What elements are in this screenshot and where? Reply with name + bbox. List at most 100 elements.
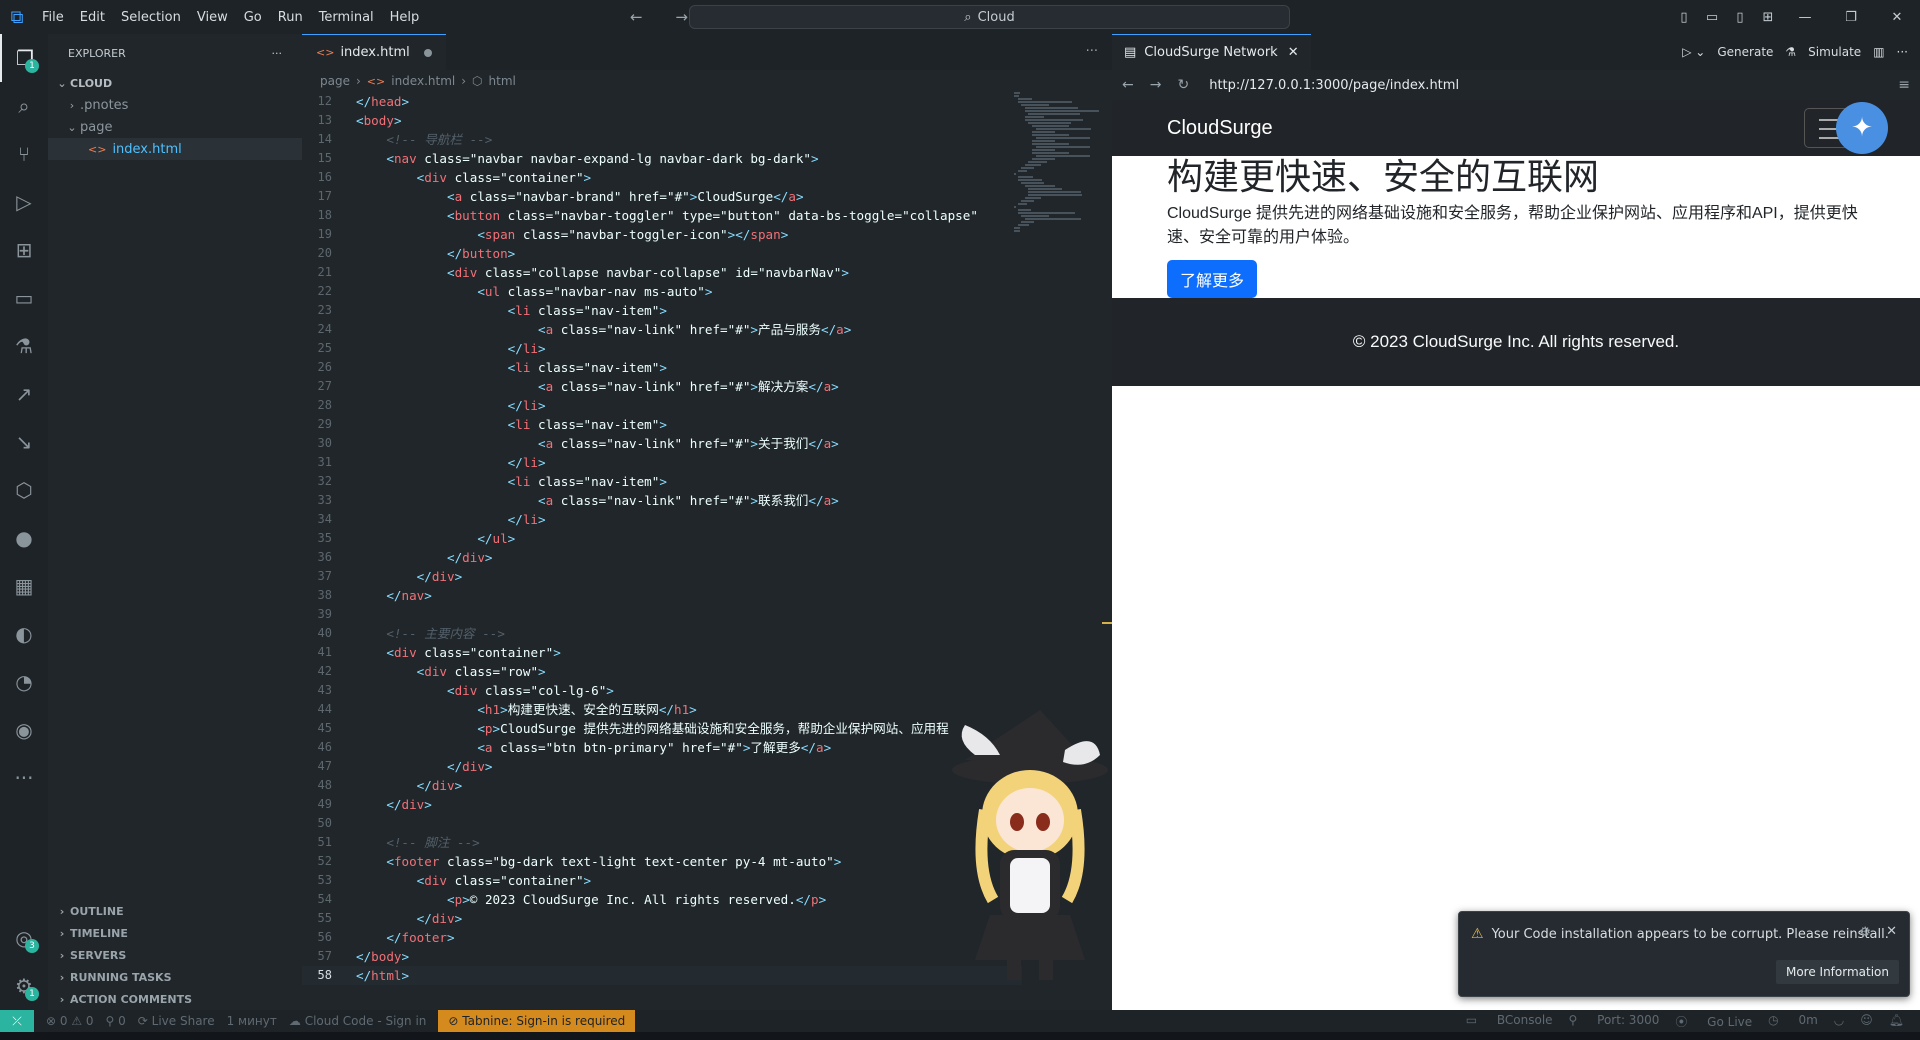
restore-button[interactable]: ❐ bbox=[1828, 10, 1874, 25]
more-information-button[interactable]: More Information bbox=[1775, 960, 1899, 984]
timer-status[interactable]: ◷ 0m bbox=[1768, 1013, 1818, 1030]
tree-item-page[interactable]: ⌄ page bbox=[48, 116, 302, 138]
tree-item-index-html[interactable]: <> index.html bbox=[48, 138, 302, 160]
manage-gear-icon[interactable]: ⚙ 1 bbox=[0, 962, 48, 1010]
notifications-bell-icon[interactable]: 🔔︎ bbox=[1889, 1013, 1904, 1030]
code-line[interactable]: 54 <p>© 2023 CloudSurge Inc. All rights … bbox=[302, 890, 1022, 909]
menu-item-edit[interactable]: Edit bbox=[72, 10, 113, 25]
problems-indicator[interactable]: ⊗ 0 ⚠ 0 bbox=[46, 1014, 94, 1028]
docker-icon[interactable]: ▦ bbox=[0, 562, 48, 610]
git-graph-icon[interactable]: ◔ bbox=[0, 658, 48, 706]
menu-item-go[interactable]: Go bbox=[236, 10, 270, 25]
toggle-panel-icon[interactable]: ▭ bbox=[1698, 10, 1726, 25]
learn-more-button[interactable]: 了解更多 bbox=[1167, 260, 1258, 298]
code-line[interactable]: 21 <div class="collapse navbar-collapse"… bbox=[302, 263, 1022, 282]
split-editor-icon[interactable]: ▥ bbox=[1873, 45, 1884, 59]
code-line[interactable]: 41 <div class="container"> bbox=[302, 643, 1022, 662]
remote-indicator-icon[interactable]: ⤫ bbox=[0, 1010, 34, 1032]
reload-icon[interactable]: ↻ bbox=[1177, 77, 1189, 93]
deploy-icon[interactable]: ↘ bbox=[0, 418, 48, 466]
breadcrumb-item[interactable]: html bbox=[489, 74, 516, 88]
code-line[interactable]: 58 </html> bbox=[302, 966, 1022, 985]
code-line[interactable]: 47 </div> bbox=[302, 757, 1022, 776]
back-icon[interactable]: ← bbox=[1122, 77, 1134, 93]
cloud-code-status[interactable]: ☁ Cloud Code - Sign in bbox=[289, 1014, 427, 1028]
menu-item-help[interactable]: Help bbox=[382, 10, 428, 25]
code-line[interactable]: 35 </ul> bbox=[302, 529, 1022, 548]
edge-icon[interactable]: ◐ bbox=[0, 610, 48, 658]
generate-button[interactable]: Generate bbox=[1717, 45, 1773, 59]
code-line[interactable]: 45 <p>CloudSurge 提供先进的网络基础设施和安全服务，帮助企业保护… bbox=[302, 719, 1022, 738]
unsaved-dot-icon[interactable] bbox=[423, 48, 432, 57]
code-line[interactable]: 28 </li> bbox=[302, 396, 1022, 415]
section-outline[interactable]: › OUTLINE bbox=[48, 900, 302, 922]
section-running-tasks[interactable]: › RUNNING TASKS bbox=[48, 966, 302, 988]
minimize-button[interactable]: — bbox=[1782, 10, 1828, 25]
run-icon[interactable]: ▷ ⌄ bbox=[1682, 45, 1705, 59]
code-line[interactable]: 57 </body> bbox=[302, 947, 1022, 966]
code-line[interactable]: 53 <div class="container"> bbox=[302, 871, 1022, 890]
section-timeline[interactable]: › TIMELINE bbox=[48, 922, 302, 944]
code-line[interactable]: 26 <li class="nav-item"> bbox=[302, 358, 1022, 377]
tabnine-status[interactable]: ⊘ Tabnine: Sign-in is required bbox=[438, 1010, 636, 1032]
testing-icon[interactable]: ⚗ bbox=[0, 322, 48, 370]
more-actions-icon[interactable]: ··· bbox=[1897, 45, 1908, 59]
feedback-icon[interactable]: ☺ bbox=[1860, 1013, 1873, 1030]
code-line[interactable]: 48 </div> bbox=[302, 776, 1022, 795]
code-line[interactable]: 44 <h1>构建更快速、安全的互联网</h1> bbox=[302, 700, 1022, 719]
code-line[interactable]: 52 <footer class="bg-dark text-light tex… bbox=[302, 852, 1022, 871]
bird-avatar-icon[interactable]: ✦ bbox=[1836, 102, 1888, 154]
code-line[interactable]: 56 </footer> bbox=[302, 928, 1022, 947]
section-servers[interactable]: › SERVERS bbox=[48, 944, 302, 966]
code-line[interactable]: 55 </div> bbox=[302, 909, 1022, 928]
tab-preview[interactable]: ▤ CloudSurge Network ✕ bbox=[1112, 34, 1311, 70]
code-line[interactable]: 46 <a class="btn btn-primary" href="#">了… bbox=[302, 738, 1022, 757]
code-line[interactable]: 24 <a class="nav-link" href="#">产品与服务</a… bbox=[302, 320, 1022, 339]
cube-icon[interactable]: ⬡ bbox=[0, 466, 48, 514]
menu-item-selection[interactable]: Selection bbox=[113, 10, 189, 25]
breadcrumb-item[interactable]: page bbox=[320, 74, 350, 88]
close-icon[interactable]: ✕ bbox=[1288, 45, 1299, 60]
code-line[interactable]: 16 <div class="container"> bbox=[302, 168, 1022, 187]
workspace-root[interactable]: ⌄ CLOUD bbox=[48, 72, 302, 94]
code-line[interactable]: 12 </head> bbox=[302, 92, 1022, 111]
ports-indicator[interactable]: ⚲ 0 bbox=[106, 1014, 126, 1028]
code-line[interactable]: 39 bbox=[302, 605, 1022, 624]
tab-index-html[interactable]: <> index.html bbox=[302, 34, 446, 70]
code-line[interactable]: 15 <nav class="navbar navbar-expand-lg n… bbox=[302, 149, 1022, 168]
menu-item-terminal[interactable]: Terminal bbox=[311, 10, 382, 25]
copilot-icon[interactable]: ◡ bbox=[1834, 1013, 1844, 1030]
extensions-icon[interactable]: ⊞ bbox=[0, 226, 48, 274]
tree-item-pnotes[interactable]: › .pnotes bbox=[48, 94, 302, 116]
close-window-button[interactable]: ✕ bbox=[1874, 10, 1920, 25]
code-line[interactable]: 27 <a class="nav-link" href="#">解决方案</a> bbox=[302, 377, 1022, 396]
code-line[interactable]: 51 <!-- 脚注 --> bbox=[302, 833, 1022, 852]
toggle-sidebar-icon[interactable]: ▯ bbox=[1670, 10, 1698, 25]
code-line[interactable]: 22 <ul class="navbar-nav ms-auto"> bbox=[302, 282, 1022, 301]
close-icon[interactable]: ✕ bbox=[1886, 924, 1897, 939]
gear-icon[interactable]: ⚙ bbox=[1859, 925, 1871, 940]
code-line[interactable]: 19 <span class="navbar-toggler-icon"></s… bbox=[302, 225, 1022, 244]
remote-explorer-icon[interactable]: ▭ bbox=[0, 274, 48, 322]
run-debug-icon[interactable]: ▷ bbox=[0, 178, 48, 226]
section-action-comments[interactable]: › ACTION COMMENTS bbox=[48, 988, 302, 1010]
flask-icon[interactable]: ⚗ bbox=[1785, 45, 1796, 59]
code-line[interactable]: 31 </li> bbox=[302, 453, 1022, 472]
breadcrumb-item[interactable]: index.html bbox=[391, 74, 455, 88]
code-line[interactable]: 13 <body> bbox=[302, 111, 1022, 130]
url-input[interactable]: http://127.0.0.1:3000/page/index.html bbox=[1209, 78, 1459, 93]
more-actions-icon[interactable]: ··· bbox=[272, 47, 283, 60]
editor-more-icon[interactable]: ··· bbox=[1072, 34, 1112, 70]
json-icon[interactable]: ● bbox=[0, 514, 48, 562]
code-lines[interactable]: 12 </head> 13 <body> 14 <!-- 导航栏 --> 15 <nav … bbox=[302, 92, 1022, 985]
code-line[interactable]: 38 </nav> bbox=[302, 586, 1022, 605]
code-line[interactable]: 40 <!-- 主要内容 --> bbox=[302, 624, 1022, 643]
port-status[interactable]: ⚲ Port: 3000 bbox=[1569, 1013, 1660, 1030]
github-icon[interactable]: ◉ bbox=[0, 706, 48, 754]
code-line[interactable]: 23 <li class="nav-item"> bbox=[302, 301, 1022, 320]
source-control-icon[interactable]: ⑂ bbox=[0, 130, 48, 178]
go-live-status[interactable]: ⦿ Go Live bbox=[1675, 1013, 1752, 1030]
code-line[interactable]: 25 </li> bbox=[302, 339, 1022, 358]
more-icon[interactable]: ··· bbox=[0, 754, 48, 802]
code-line[interactable]: 17 <a class="navbar-brand" href="#">Clou… bbox=[302, 187, 1022, 206]
